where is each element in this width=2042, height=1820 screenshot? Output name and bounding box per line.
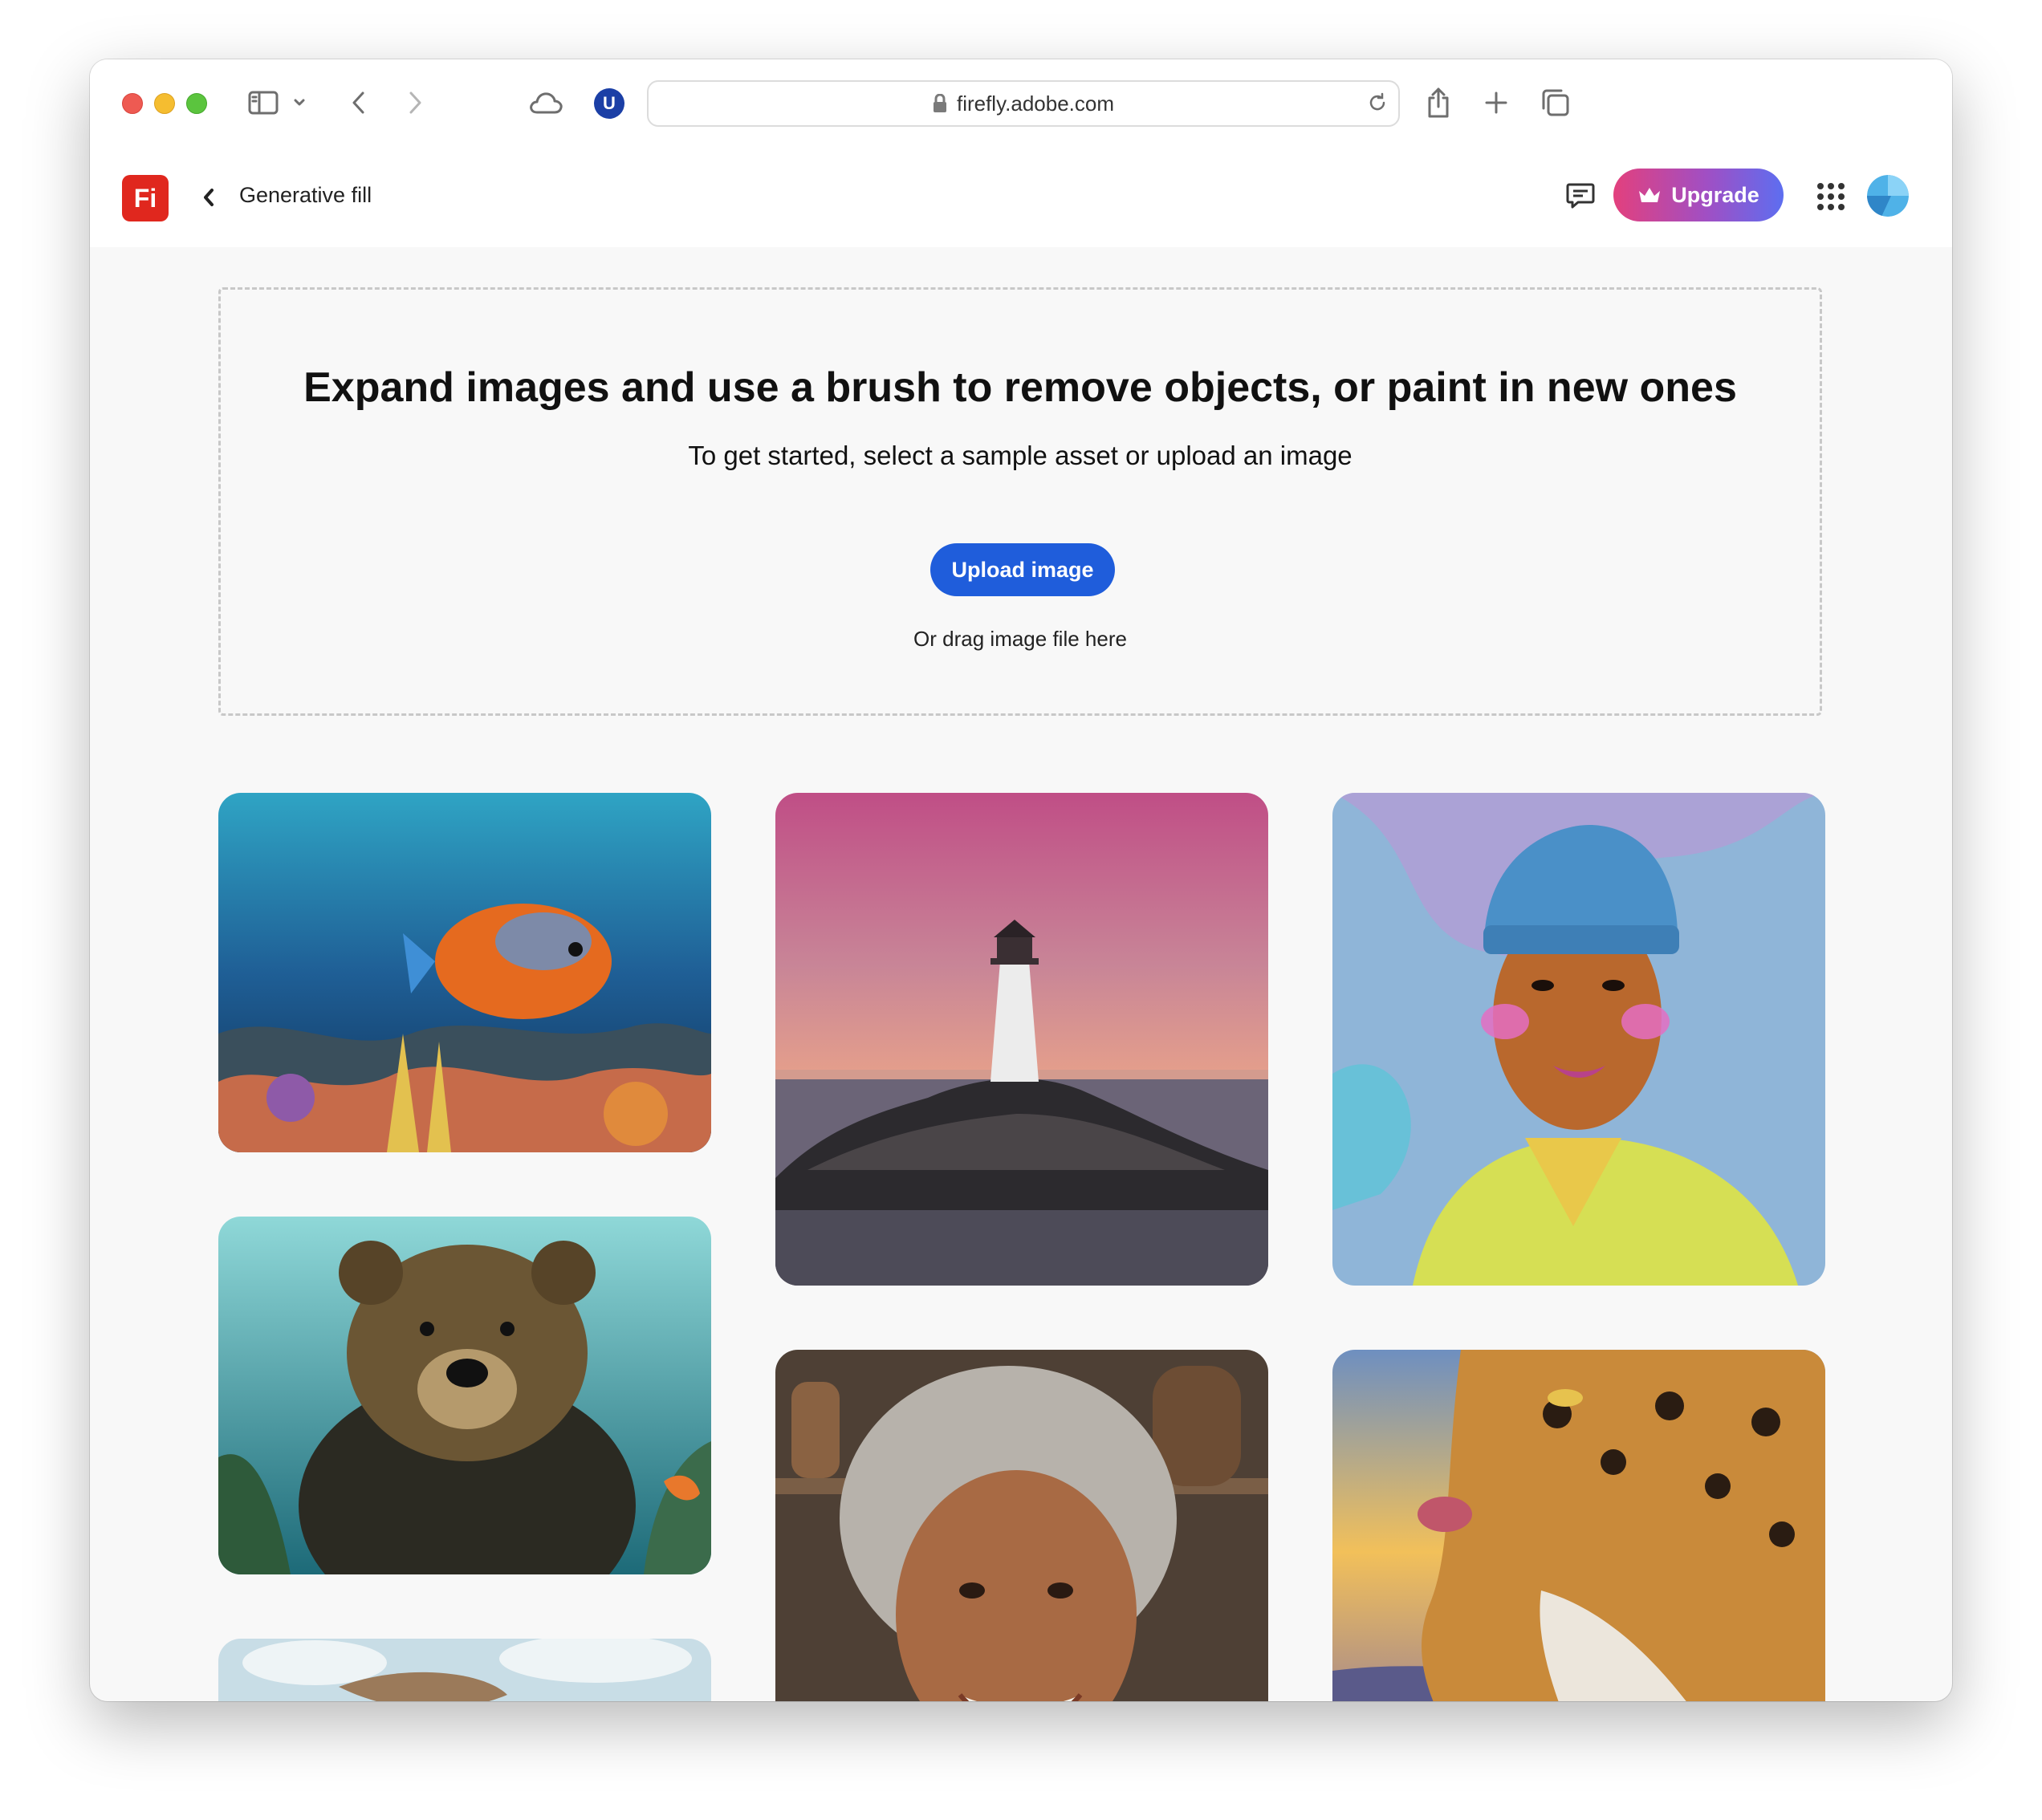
share-icon[interactable] [1422, 83, 1454, 122]
firefly-logo[interactable]: Fi [122, 175, 169, 221]
sample-image-fish[interactable] [218, 793, 711, 1152]
upload-dropzone[interactable]: Expand images and use a brush to remove … [218, 287, 1822, 716]
app-switcher-icon[interactable] [1817, 183, 1845, 210]
sample-image-boat[interactable] [218, 1639, 711, 1701]
url-text: firefly.adobe.com [956, 91, 1115, 116]
sidebar-toggle-icon[interactable] [246, 83, 281, 122]
address-bar[interactable]: firefly.adobe.com [647, 80, 1400, 127]
lock-icon [933, 94, 947, 113]
zoom-window-button[interactable] [186, 93, 207, 114]
crown-icon [1639, 188, 1661, 202]
avatar[interactable] [1867, 175, 1909, 217]
upgrade-label: Upgrade [1671, 182, 1759, 207]
sample-image-lighthouse[interactable] [775, 793, 1268, 1286]
sample-image-bear[interactable] [218, 1217, 711, 1574]
ublock-extension-icon[interactable]: U [594, 88, 624, 119]
app-header: Fi Generative fill Upgrade [90, 144, 1952, 247]
upgrade-button[interactable]: Upgrade [1613, 169, 1784, 221]
upload-image-button[interactable]: Upload image [930, 543, 1115, 596]
sample-image-elderly-woman[interactable] [775, 1350, 1268, 1701]
close-window-button[interactable] [122, 93, 143, 114]
feedback-icon[interactable] [1565, 181, 1596, 214]
forward-icon[interactable] [403, 83, 427, 122]
drag-hint: Or drag image file here [913, 627, 1127, 651]
new-tab-icon[interactable] [1480, 83, 1512, 122]
sample-image-young-man[interactable] [1332, 793, 1825, 1286]
back-button[interactable] [196, 185, 222, 210]
dropzone-subtitle: To get started, select a sample asset or… [688, 441, 1353, 470]
reload-icon[interactable] [1366, 91, 1389, 120]
page-title: Generative fill [239, 183, 372, 207]
back-icon[interactable] [347, 83, 371, 122]
tab-overview-icon[interactable] [1538, 83, 1573, 122]
sample-image-leopard[interactable] [1332, 1350, 1825, 1701]
chevron-down-icon[interactable] [291, 83, 308, 122]
minimize-window-button[interactable] [154, 93, 175, 114]
browser-window: U firefly.adobe.com Fi Generative fill U… [90, 59, 1952, 1701]
browser-toolbar: U firefly.adobe.com [90, 59, 1952, 145]
icloud-icon[interactable] [527, 83, 565, 122]
dropzone-title: Expand images and use a brush to remove … [303, 364, 1737, 411]
